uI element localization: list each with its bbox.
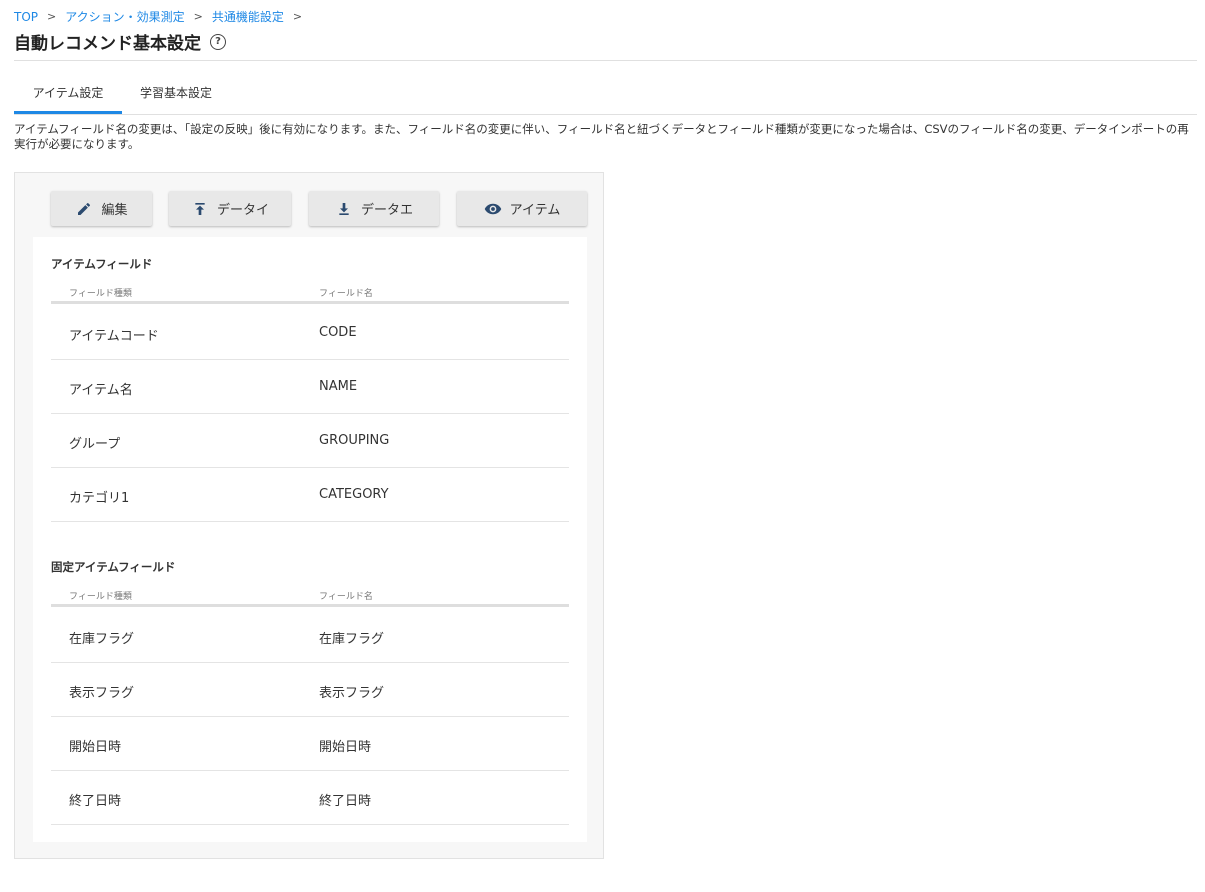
divider <box>14 114 1197 115</box>
tab-bar: アイテム設定 学習基本設定 <box>14 72 230 115</box>
fixed-fields-title: 固定アイテムフィールド <box>51 560 176 574</box>
field-type: アイテム名 <box>69 383 133 398</box>
help-icon[interactable]: ? <box>210 33 226 50</box>
field-name: CATEGORY <box>319 487 389 502</box>
fields-card: アイテムフィールド フィールド種類 フィールド名 アイテムコード CODE アイ… <box>33 237 587 842</box>
header-divider <box>51 301 569 304</box>
field-type: 開始日時 <box>69 740 122 755</box>
breadcrumb-common[interactable]: 共通機能設定 <box>212 8 284 25</box>
column-header-name: フィールド名 <box>319 592 373 602</box>
column-header-type: フィールド種類 <box>69 289 132 299</box>
table-row[interactable]: 在庫フラグ 在庫フラグ <box>51 608 569 663</box>
notice-text: アイテムフィールド名の変更は、「設定の反映」後に有効になります。また、フィールド… <box>14 122 1189 151</box>
table-row[interactable]: 終了日時 終了日時 <box>51 770 569 825</box>
table-row[interactable]: 表示フラグ 表示フラグ <box>51 662 569 717</box>
column-header-name: フィールド名 <box>319 289 373 299</box>
breadcrumb-action[interactable]: アクション・効果測定 <box>65 8 184 25</box>
item-preview-button[interactable]: アイテム <box>457 191 587 226</box>
breadcrumb-top[interactable]: TOP <box>14 10 38 24</box>
table-row[interactable]: グループ GROUPING <box>51 413 569 468</box>
upload-icon <box>191 200 209 218</box>
table-row[interactable]: アイテム名 NAME <box>51 359 569 414</box>
item-settings-panel: 編集 データイ データエ アイテム アイテムフィールド フィールド種類 フィール… <box>14 172 604 859</box>
item-fields-title: アイテムフィールド <box>51 257 153 271</box>
title-row: 自動レコメンド基本設定 ? <box>14 29 226 54</box>
column-header-type: フィールド種類 <box>69 592 132 602</box>
edit-button-label: 編集 <box>101 203 128 218</box>
data-export-label: データエ <box>360 203 413 218</box>
field-name: CODE <box>319 325 357 340</box>
breadcrumb-separator: > <box>47 10 57 23</box>
pencil-icon <box>75 200 93 218</box>
field-name: 在庫フラグ <box>319 632 385 647</box>
field-name: 終了日時 <box>319 794 372 809</box>
field-name: NAME <box>319 379 358 394</box>
divider <box>14 60 1197 61</box>
breadcrumb: TOP > アクション・効果測定 > 共通機能設定 > <box>14 8 311 25</box>
field-type: 在庫フラグ <box>69 632 135 647</box>
field-name: 開始日時 <box>319 740 372 755</box>
download-icon <box>335 200 353 218</box>
field-type: グループ <box>69 437 121 452</box>
tab-item-settings[interactable]: アイテム設定 <box>14 72 122 115</box>
breadcrumb-separator: > <box>292 10 303 23</box>
data-import-button[interactable]: データイ <box>169 191 291 226</box>
field-type: 終了日時 <box>69 794 122 809</box>
table-row[interactable]: 開始日時 開始日時 <box>51 716 569 771</box>
table-row[interactable]: アイテムコード CODE <box>51 305 569 360</box>
tab-learning-settings[interactable]: 学習基本設定 <box>122 72 230 112</box>
data-import-label: データイ <box>216 203 269 218</box>
edit-button[interactable]: 編集 <box>51 191 152 226</box>
data-export-button[interactable]: データエ <box>309 191 439 226</box>
field-type: アイテムコード <box>69 329 159 344</box>
table-row[interactable]: カテゴリ1 CATEGORY <box>51 467 569 522</box>
item-preview-label: アイテム <box>509 203 561 218</box>
page-title: 自動レコメンド基本設定 <box>14 34 201 54</box>
breadcrumb-separator: > <box>193 10 203 23</box>
header-divider <box>51 604 569 607</box>
field-type: 表示フラグ <box>69 686 135 701</box>
field-type: カテゴリ1 <box>69 491 130 506</box>
eye-icon <box>484 200 502 218</box>
field-name: GROUPING <box>319 433 390 448</box>
field-name: 表示フラグ <box>319 686 385 701</box>
